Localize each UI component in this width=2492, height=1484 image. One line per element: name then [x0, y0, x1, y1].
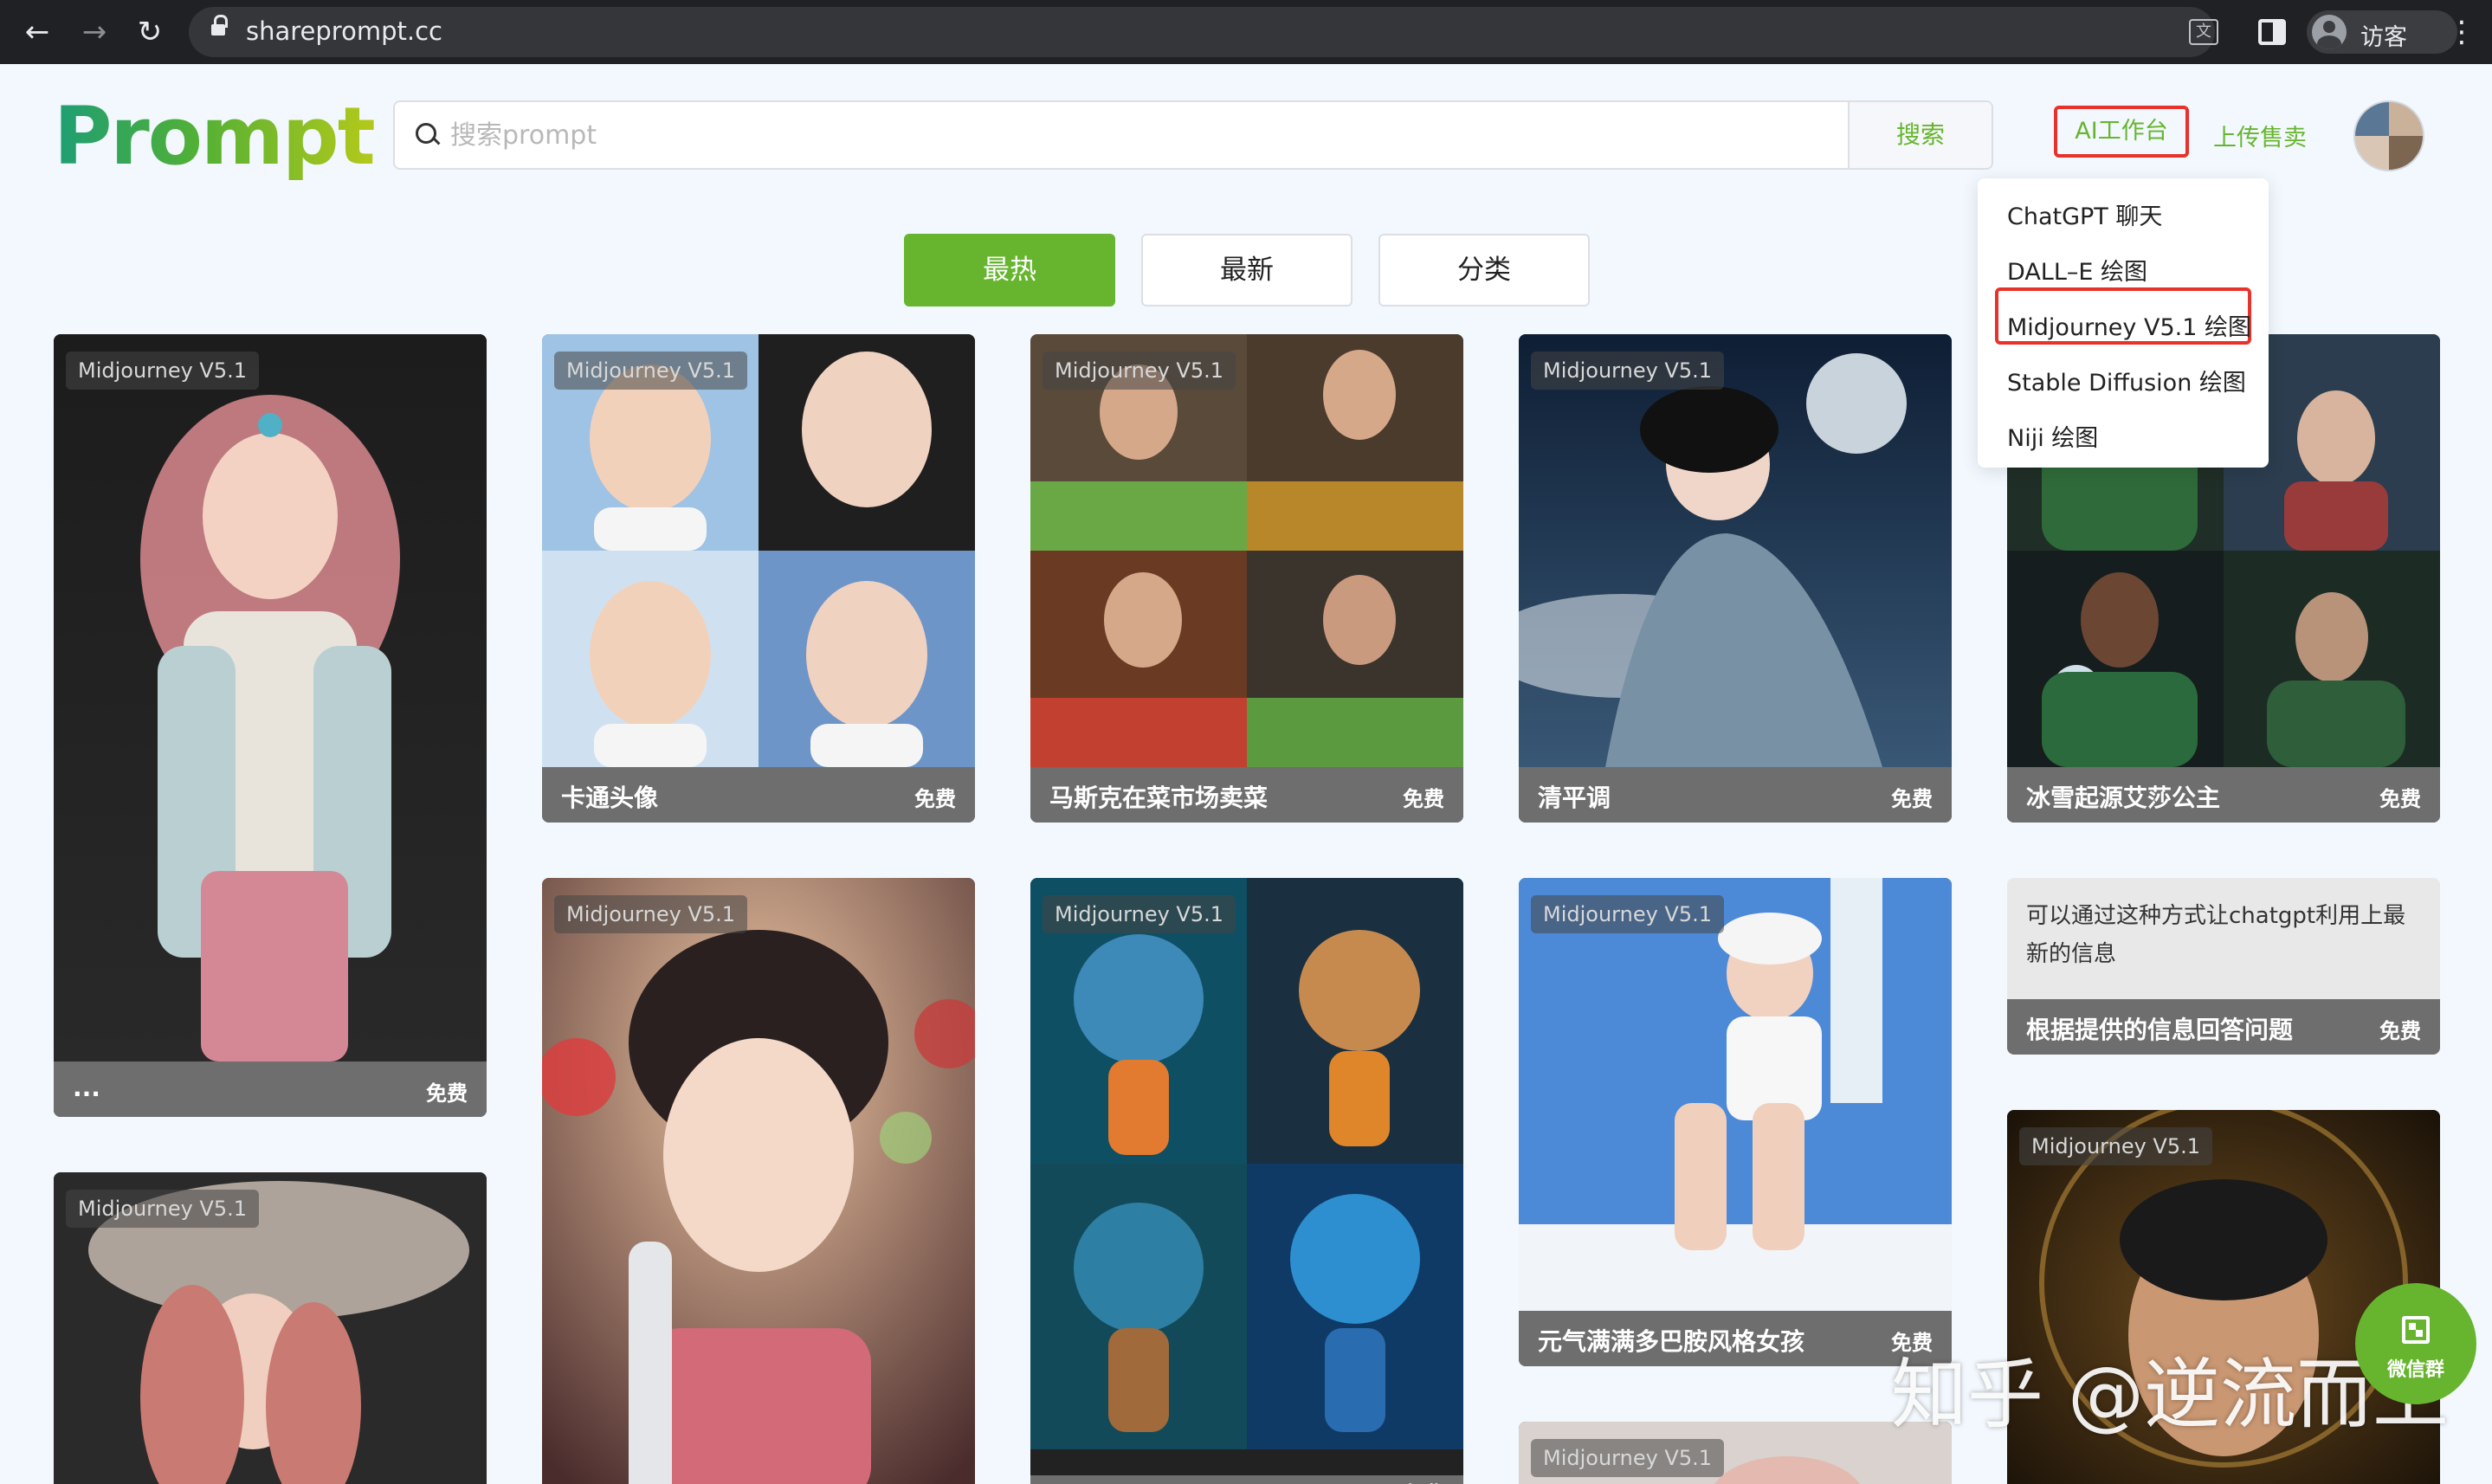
card-image	[1030, 878, 1463, 1449]
card-image	[1030, 334, 1463, 767]
menu-item-dalle[interactable]: DALL–E 绘图	[2007, 253, 2147, 287]
model-badge: Midjourney V5.1	[1043, 895, 1236, 933]
lock-icon	[211, 15, 228, 39]
card-image	[1519, 334, 1952, 823]
card-footer: 免费	[1030, 1475, 1463, 1484]
site-logo[interactable]: Prompt	[54, 90, 376, 183]
search-button[interactable]: 搜索	[1848, 102, 1992, 168]
prompt-card[interactable]: Midjourney V5.1	[542, 878, 975, 1484]
card-title: 冰雪起源艾莎公主	[2026, 784, 2221, 812]
text-prompt-card[interactable]: 可以通过这种方式让chatgpt利用上最新的信息 根据提供的信息回答问题 免费	[2007, 878, 2440, 1055]
card-description: 可以通过这种方式让chatgpt利用上最新的信息	[2026, 903, 2406, 967]
card-price: 免费	[1403, 787, 1444, 811]
model-badge: Midjourney V5.1	[66, 1190, 260, 1228]
model-badge: Midjourney V5.1	[554, 895, 748, 933]
search-bar: 搜索	[393, 100, 1993, 170]
card-image	[542, 334, 975, 767]
forward-arrow-icon[interactable]: →	[74, 12, 114, 52]
card-image	[1519, 878, 1952, 1366]
card-price: 免费	[2379, 787, 2421, 811]
prompt-card[interactable]: Midjourney V5.1 马斯克在菜市场卖菜 免费	[1030, 334, 1463, 823]
card-image	[542, 878, 975, 1484]
prompt-card[interactable]: Midjourney V5.1	[1519, 1422, 1952, 1484]
model-badge: Midjourney V5.1	[1531, 1439, 1725, 1477]
menu-item-niji[interactable]: Niji 绘图	[2007, 419, 2098, 453]
profile-button[interactable]: 访客	[2307, 10, 2457, 54]
reload-icon[interactable]: ↻	[130, 12, 170, 52]
card-footer: ... 免费	[54, 1061, 487, 1117]
qr-code-icon	[2402, 1316, 2430, 1344]
card-image	[54, 334, 487, 1117]
card-footer: 马斯克在菜市场卖菜 免费	[1030, 767, 1463, 823]
card-title: 马斯克在菜市场卖菜	[1049, 784, 1269, 812]
model-badge: Midjourney V5.1	[66, 352, 260, 390]
tab-hottest[interactable]: 最热	[904, 234, 1115, 306]
card-title: ...	[73, 1074, 100, 1102]
card-footer: 卡通头像 免费	[542, 767, 975, 823]
url-text: shareprompt.cc	[246, 16, 442, 46]
tab-category[interactable]: 分类	[1378, 234, 1590, 306]
wechat-label: 微信群	[2386, 1359, 2444, 1381]
prompt-card[interactable]: Midjourney V5.1 卡通头像 免费	[542, 334, 975, 823]
card-price: 免费	[1891, 787, 1933, 811]
menu-item-midjourney[interactable]: Midjourney V5.1 绘图	[2007, 308, 2251, 342]
model-badge: Midjourney V5.1	[2019, 1127, 2213, 1165]
browser-toolbar: ← → ↻ shareprompt.cc 文 访客 ⋮	[0, 0, 2492, 64]
prompt-card[interactable]: Midjourney V5.1	[54, 1172, 487, 1484]
wechat-group-button[interactable]: 微信群	[2355, 1283, 2476, 1404]
model-badge: Midjourney V5.1	[1043, 352, 1236, 390]
prompt-card[interactable]: Midjourney V5.1 免费	[1030, 878, 1463, 1484]
more-menu-icon[interactable]: ⋮	[2447, 12, 2476, 52]
search-input[interactable]	[450, 114, 1922, 156]
card-price: 免费	[914, 787, 956, 811]
search-icon	[416, 123, 438, 145]
model-badge: Midjourney V5.1	[1531, 352, 1725, 390]
prompt-card[interactable]: Midjourney V5.1 元气满满多巴胺风格女孩 免费	[1519, 878, 1952, 1366]
back-arrow-icon[interactable]: ←	[17, 12, 57, 52]
card-title: 元气满满多巴胺风格女孩	[1538, 1327, 1805, 1356]
menu-item-chatgpt[interactable]: ChatGPT 聊天	[2007, 197, 2162, 231]
nav-upload-sell[interactable]: 上传售卖	[2213, 119, 2307, 152]
ai-workbench-dropdown: ChatGPT 聊天 DALL–E 绘图 Midjourney V5.1 绘图 …	[1978, 178, 2269, 468]
user-avatar[interactable]	[2353, 100, 2424, 171]
side-panel-icon[interactable]	[2258, 19, 2286, 45]
card-title: 根据提供的信息回答问题	[2026, 1016, 2294, 1044]
card-price: 免费	[2379, 1019, 2421, 1043]
card-footer: 根据提供的信息回答问题 免费	[2007, 999, 2440, 1055]
tab-latest[interactable]: 最新	[1141, 234, 1353, 306]
translate-icon[interactable]: 文	[2189, 19, 2218, 45]
card-price: 免费	[1403, 1477, 1444, 1484]
prompt-card[interactable]: Midjourney V5.1 ... 免费	[54, 334, 487, 1117]
menu-item-stable-diffusion[interactable]: Stable Diffusion 绘图	[2007, 364, 2246, 397]
model-badge: Midjourney V5.1	[1531, 895, 1725, 933]
profile-avatar-icon	[2312, 15, 2347, 49]
card-title: 卡通头像	[561, 784, 659, 812]
card-title: 清平调	[1538, 784, 1611, 812]
profile-name: 访客	[2360, 24, 2407, 51]
card-footer: 清平调 免费	[1519, 767, 1952, 823]
address-bar[interactable]: shareprompt.cc	[189, 7, 2215, 57]
nav-ai-workbench[interactable]: AI工作台	[2054, 106, 2189, 158]
model-badge: Midjourney V5.1	[554, 352, 748, 390]
card-footer: 冰雪起源艾莎公主 免费	[2007, 767, 2440, 823]
card-footer: 元气满满多巴胺风格女孩 免费	[1519, 1311, 1952, 1366]
prompt-card[interactable]: Midjourney V5.1 清平调 免费	[1519, 334, 1952, 823]
card-price: 免费	[426, 1081, 468, 1106]
